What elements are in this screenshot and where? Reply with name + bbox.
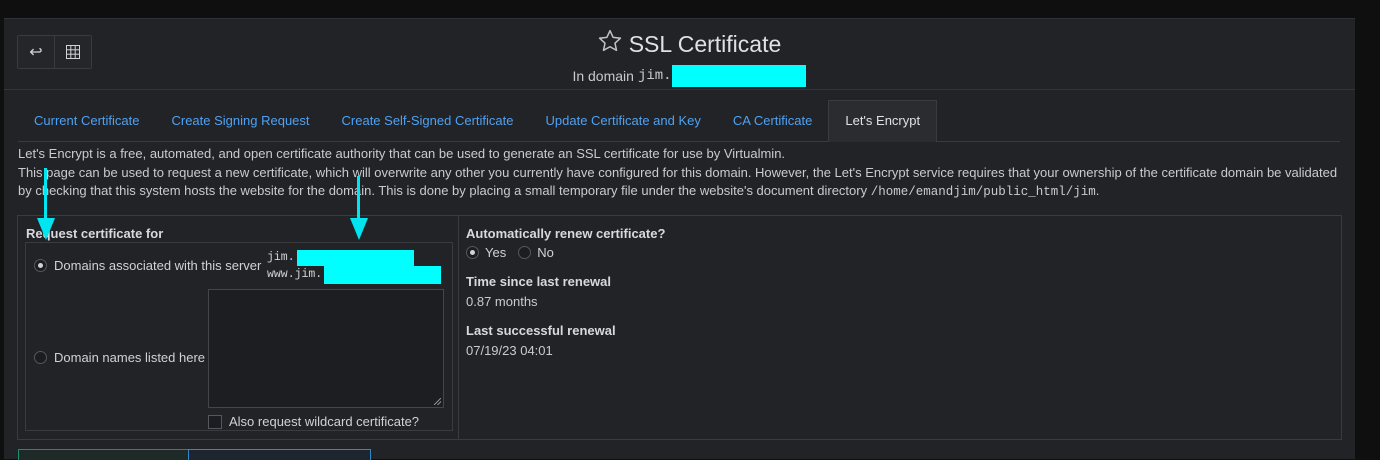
page-subtitle: In domain jim. — [569, 65, 809, 87]
header-divider — [4, 89, 1355, 90]
description-line-2: This page can be used to request a new c… — [18, 164, 1338, 200]
last-renewal-label: Last successful renewal — [466, 323, 616, 338]
resize-grip[interactable] — [434, 398, 441, 405]
tab-create-self-signed-certificate[interactable]: Create Self-Signed Certificate — [326, 101, 530, 141]
option-listed-domains[interactable]: Domain names listed here — [34, 350, 205, 365]
lets-encrypt-form: Request certificate for Domains associat… — [17, 215, 1342, 440]
since-renewal-value: 0.87 months — [466, 294, 538, 309]
request-certificate-button[interactable] — [18, 449, 189, 460]
redaction-box — [671, 65, 806, 87]
tab-create-signing-request[interactable]: Create Signing Request — [155, 101, 325, 141]
page-title: SSL Certificate — [628, 30, 782, 57]
annotation-arrow-head — [350, 218, 368, 240]
renew-label: Automatically renew certificate? — [466, 226, 666, 241]
renew-no-label: No — [537, 245, 554, 260]
annotation-arrow-line — [357, 176, 360, 220]
request-options: Domains associated with this server jim.… — [25, 242, 453, 431]
server-domain-list: jim. www.jim. — [267, 250, 442, 284]
star-icon[interactable] — [597, 28, 623, 60]
wildcard-option[interactable]: Also request wildcard certificate? — [208, 414, 419, 429]
redaction-box — [296, 250, 414, 266]
server-domains-radio[interactable] — [34, 259, 47, 272]
annotation-arrow-head — [37, 218, 55, 240]
last-renewal-value: 07/19/23 04:01 — [466, 343, 553, 358]
domain-names-textarea[interactable] — [208, 289, 444, 408]
document-path: /home/emandjim/public_html/jim — [870, 185, 1096, 199]
domain-name: jim. — [637, 68, 672, 84]
listed-domains-label: Domain names listed here — [54, 350, 206, 365]
option-server-domains[interactable]: Domains associated with this server — [34, 258, 261, 273]
header-buttons: ↩ — [17, 35, 92, 69]
renew-yes-radio[interactable] — [466, 246, 479, 259]
redaction-box — [324, 266, 442, 284]
description-line-1: Let's Encrypt is a free, automated, and … — [18, 146, 786, 161]
tab-ca-certificate[interactable]: CA Certificate — [717, 101, 828, 141]
tab-update-certificate-and-key[interactable]: Update Certificate and Key — [530, 101, 717, 141]
request-column: Request certificate for Domains associat… — [18, 216, 459, 439]
page-header: SSL Certificate In domain jim. — [569, 28, 809, 87]
return-icon[interactable]: ↩ — [18, 36, 54, 68]
domain-2: www.jim. — [267, 268, 323, 281]
wildcard-label: Also request wildcard certificate? — [229, 414, 420, 429]
secondary-action-button[interactable] — [188, 449, 371, 460]
tab-lets-encrypt[interactable]: Let's Encrypt — [828, 100, 938, 142]
tab-current-certificate[interactable]: Current Certificate — [18, 101, 155, 141]
tab-bar: Current Certificate Create Signing Reque… — [18, 100, 1340, 142]
renewal-column: Automatically renew certificate? Yes No … — [466, 226, 665, 368]
wildcard-checkbox[interactable] — [208, 414, 222, 429]
renew-no-radio[interactable] — [518, 246, 532, 259]
renew-yes-label: Yes — [485, 245, 507, 260]
listed-domains-radio[interactable] — [34, 351, 47, 364]
subtitle-prefix: In domain — [572, 68, 634, 84]
domain-1: jim. — [267, 251, 295, 264]
annotation-arrow-line — [44, 168, 47, 220]
main-panel: ↩ SSL Certificate In domain jim. Current… — [4, 18, 1355, 459]
since-renewal-label: Time since last renewal — [466, 274, 611, 289]
server-domains-label: Domains associated with this server — [54, 258, 262, 273]
grid-icon[interactable] — [54, 36, 91, 68]
description: Let's Encrypt is a free, automated, and … — [18, 145, 1348, 202]
